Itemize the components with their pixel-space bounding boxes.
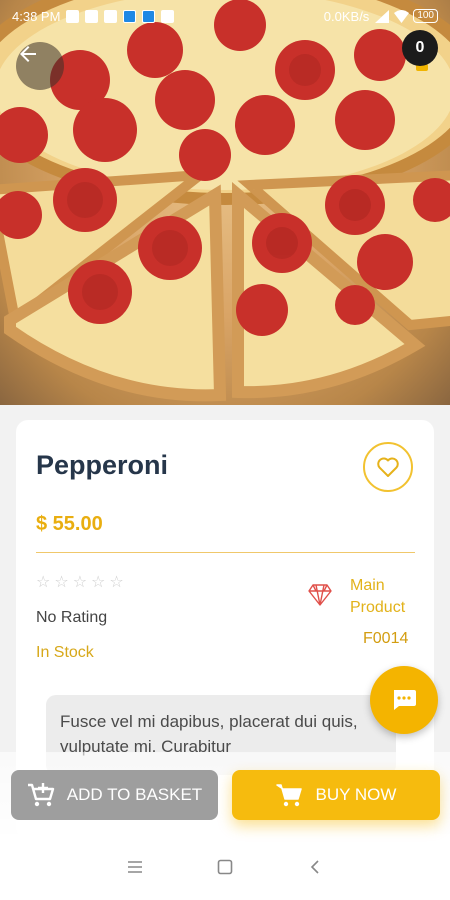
cart-count-badge[interactable]: 0 [402, 30, 438, 66]
chat-button[interactable] [370, 666, 438, 734]
home-nav-button[interactable] [213, 855, 237, 879]
product-image [0, 0, 450, 405]
product-type: Main Product [350, 575, 405, 619]
battery-indicator: 100 [413, 9, 438, 23]
menu-nav-button[interactable] [123, 855, 147, 879]
divider [36, 552, 415, 553]
pizza-illustration [0, 0, 450, 402]
wifi-icon [394, 9, 410, 23]
star-icon: ☆ [36, 574, 51, 591]
favorite-button[interactable] [363, 442, 413, 492]
buy-now-label: BUY NOW [315, 785, 397, 804]
stock-status: In Stock [36, 644, 94, 661]
add-to-basket-button[interactable]: ADD TO BASKET [11, 770, 218, 820]
network-speed: 0.0KB/s [323, 8, 370, 24]
menu-icon [128, 861, 142, 873]
system-nav-bar [0, 834, 450, 900]
diamond-icon [308, 584, 332, 606]
star-icon: ☆ [54, 574, 69, 591]
notification-icon [85, 9, 99, 23]
cart-icon [275, 784, 302, 807]
product-code: F0014 [363, 630, 409, 647]
product-type-line2: Product [350, 599, 406, 616]
star-icon: ☆ [109, 574, 124, 591]
cart-plus-icon [27, 783, 54, 807]
action-bar: ADD TO BASKET BUY NOW [0, 752, 450, 834]
rating-label: No Rating [36, 609, 108, 626]
app-icon-2 [142, 9, 156, 23]
star-icon: ☆ [91, 574, 106, 591]
chevron-left-icon [310, 860, 319, 874]
buy-now-button[interactable]: BUY NOW [232, 770, 440, 820]
product-type-line1: Main [350, 577, 385, 594]
add-to-basket-label: ADD TO BASKET [66, 785, 203, 804]
arrow-left-icon [20, 46, 36, 62]
status-bar: 4:38 PM 0.0KB/s 100 [0, 0, 450, 32]
trash-icon [161, 9, 175, 23]
back-button[interactable] [16, 42, 64, 90]
app-icon [123, 9, 137, 23]
chat-bubble-icon [394, 690, 416, 710]
product-price: $ 55.00 [36, 513, 103, 535]
home-square-icon [217, 859, 233, 875]
back-nav-button[interactable] [303, 855, 327, 879]
status-time: 4:38 PM [12, 8, 61, 24]
star-icon: ☆ [72, 574, 88, 591]
heart-outline-icon [377, 457, 399, 477]
bell-icon [104, 9, 118, 23]
product-name: Pepperoni [36, 450, 169, 480]
message-icon [66, 9, 80, 23]
rating-stars: ☆ ☆ ☆ ☆ ☆ [36, 575, 124, 591]
signal-icon [375, 9, 390, 23]
